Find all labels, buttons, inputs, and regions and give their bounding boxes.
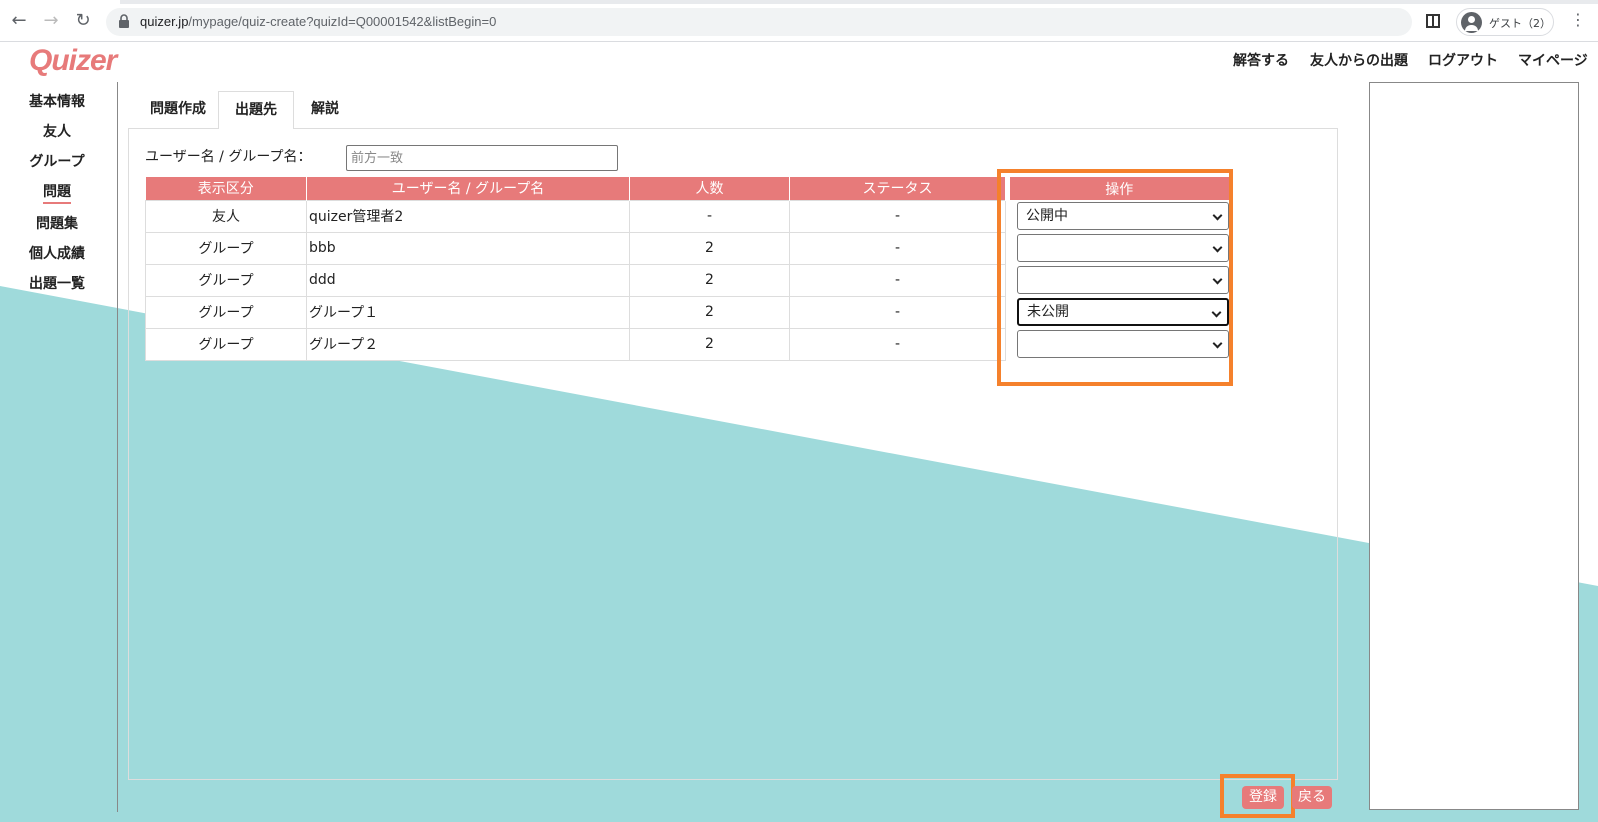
nav-from-friends[interactable]: 友人からの出題 xyxy=(1310,50,1408,70)
sidebar-divider xyxy=(117,82,118,812)
column-header-name: ユーザー名 / グループ名 xyxy=(306,177,630,200)
tab-explanation[interactable]: 解説 xyxy=(301,91,349,129)
cell-type: 友人 xyxy=(145,199,307,233)
cell-name: グループ２ xyxy=(306,327,630,361)
register-button[interactable]: 登録 xyxy=(1242,786,1284,809)
address-bar[interactable]: quizer.jp/mypage/quiz-create?quizId=Q000… xyxy=(106,8,1412,36)
url-text: quizer.jp/mypage/quiz-create?quizId=Q000… xyxy=(140,14,497,29)
cell-status: - xyxy=(789,327,1006,361)
column-header-count: 人数 xyxy=(629,177,790,200)
cell-type: グループ xyxy=(145,327,307,361)
reload-icon[interactable]: ↻ xyxy=(72,10,94,32)
side-panel-icon[interactable] xyxy=(1426,14,1440,28)
avatar-icon xyxy=(1461,12,1482,33)
site-logo[interactable]: Quizer xyxy=(29,44,117,78)
column-header-type: 表示区分 xyxy=(145,177,307,200)
cell-status: - xyxy=(789,199,1006,233)
cell-status: - xyxy=(789,231,1006,265)
operation-column-highlight xyxy=(997,169,1233,386)
profile-button[interactable]: ゲスト（2） xyxy=(1456,8,1554,36)
browser-toolbar: ← → ↻ quizer.jp/mypage/quiz-create?quizI… xyxy=(0,0,1598,42)
nav-answer[interactable]: 解答する xyxy=(1233,50,1289,70)
sidebar-item-assignments[interactable]: 出題一覧 xyxy=(12,273,102,293)
lock-icon xyxy=(119,14,129,28)
tab-strip xyxy=(120,0,1598,4)
back-arrow-icon[interactable]: ← xyxy=(8,10,30,32)
cell-name: ddd xyxy=(306,263,630,297)
nav-mypage[interactable]: マイページ xyxy=(1518,50,1588,70)
cell-count: 2 xyxy=(629,327,790,361)
column-header-status: ステータス xyxy=(789,177,1006,200)
cell-name: グループ１ xyxy=(306,295,630,329)
cell-status: - xyxy=(789,263,1006,297)
sidebar-item-question-sets[interactable]: 問題集 xyxy=(12,213,102,233)
name-search-input[interactable] xyxy=(346,145,618,171)
cell-count: 2 xyxy=(629,263,790,297)
back-button[interactable]: 戻る xyxy=(1292,786,1332,809)
tab-destination[interactable]: 出題先 xyxy=(218,91,294,129)
cell-type: グループ xyxy=(145,263,307,297)
sidebar-item-friends[interactable]: 友人 xyxy=(12,121,102,141)
cell-type: グループ xyxy=(145,295,307,329)
sidebar-item-basic-info[interactable]: 基本情報 xyxy=(12,91,102,111)
sidebar-item-results[interactable]: 個人成績 xyxy=(12,243,102,263)
nav-logout[interactable]: ログアウト xyxy=(1428,50,1498,70)
cell-name: quizer管理者2 xyxy=(306,199,630,233)
tab-create-question[interactable]: 問題作成 xyxy=(138,91,218,129)
sidebar-item-questions[interactable]: 問題 xyxy=(12,181,102,204)
menu-kebab-icon[interactable]: ⋮ xyxy=(1570,10,1586,29)
forward-arrow-icon[interactable]: → xyxy=(40,10,62,32)
cell-status: - xyxy=(789,295,1006,329)
profile-label: ゲスト（2） xyxy=(1489,17,1551,30)
filter-label: ユーザー名 / グループ名： xyxy=(145,149,312,165)
cell-type: グループ xyxy=(145,231,307,265)
cell-count: - xyxy=(629,199,790,233)
cell-count: 2 xyxy=(629,231,790,265)
cell-name: bbb xyxy=(306,231,630,265)
sidebar-item-groups[interactable]: グループ xyxy=(12,151,102,171)
cell-count: 2 xyxy=(629,295,790,329)
ad-frame xyxy=(1369,82,1579,810)
